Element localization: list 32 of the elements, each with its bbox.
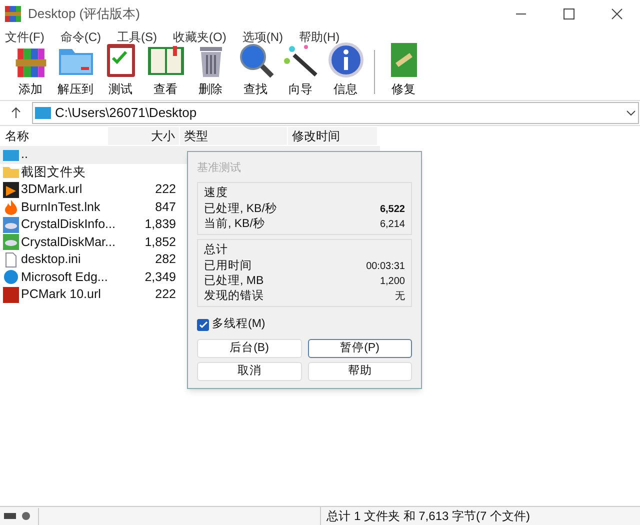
file-name: PCMark 10.url (21, 286, 101, 304)
checkbox-label: 多线程(M) (212, 316, 266, 332)
stat-label: 已用时间 (204, 258, 252, 274)
stat-label: 当前, KB/秒 (204, 216, 265, 232)
file-name: BurnInTest.lnk (21, 198, 100, 216)
file-name: CrystalDiskInfo... (21, 216, 116, 234)
file-size: 1,852 (144, 234, 176, 249)
file-name: .. (21, 146, 28, 164)
stat-label: 已处理, MB (204, 274, 264, 289)
group-title: 速度 (204, 186, 229, 200)
stat-value: 6,522 (380, 202, 405, 217)
dialog-title: 基准测试 (197, 161, 242, 176)
file-name: CrystalDiskMar... (21, 234, 116, 251)
file-name: 截图文件夹 (21, 164, 86, 181)
stat-value: 00:03:31 (366, 260, 405, 274)
stat-label: 已处理, KB/秒 (204, 202, 277, 217)
stat-value: 6,214 (380, 218, 405, 232)
status-text: 总计 1 文件夹 和 7,613 字节(7 个文件) (320, 507, 640, 525)
file-size: 222 (155, 182, 176, 196)
stat-label: 发现的错误 (204, 288, 264, 304)
file-size: 222 (155, 287, 176, 302)
file-size: 1,839 (144, 217, 176, 232)
file-name: Microsoft Edg... (21, 268, 108, 286)
file-size: 282 (155, 252, 176, 266)
file-size: 2,349 (144, 270, 176, 284)
file-name: desktop.ini (21, 251, 81, 268)
stat-value: 1,200 (380, 275, 405, 289)
group-title: 总计 (204, 242, 229, 258)
file-size: 847 (155, 200, 176, 214)
file-name: 3DMark.url (21, 181, 82, 198)
window-title: Desktop (评估版本) (28, 4, 140, 23)
stat-value: 无 (395, 290, 405, 304)
